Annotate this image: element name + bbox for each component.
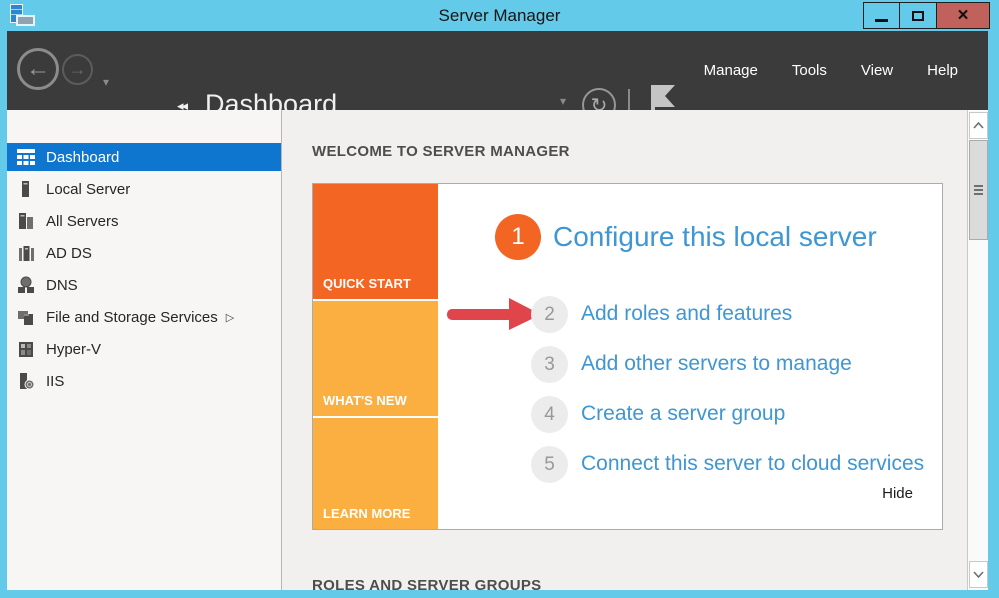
sidebar: Dashboard Local Server All Servers AD DS…	[7, 110, 281, 590]
scroll-thumb[interactable]	[969, 140, 988, 240]
server-manager-icon	[10, 4, 36, 28]
scroll-down-button[interactable]	[969, 561, 988, 588]
link-connect-cloud-services[interactable]: Connect this server to cloud services	[581, 452, 924, 476]
tab-quick-start[interactable]: QUICK START	[313, 184, 438, 299]
chevron-down-icon	[973, 571, 984, 578]
sidebar-item-ad-ds[interactable]: AD DS	[7, 239, 281, 267]
tab-whats-new[interactable]: WHAT'S NEW	[313, 301, 438, 416]
tile-label: LEARN MORE	[323, 506, 410, 521]
vertical-scrollbar[interactable]	[967, 110, 988, 590]
sidebar-item-label: All Servers	[46, 213, 119, 230]
minimize-icon	[875, 19, 888, 22]
hyper-v-icon	[16, 339, 36, 359]
sidebar-item-label: DNS	[46, 277, 78, 294]
menu-help[interactable]: Help	[927, 62, 958, 79]
menu-view[interactable]: View	[861, 62, 893, 79]
sidebar-item-local-server[interactable]: Local Server	[7, 175, 281, 203]
window-border-left	[0, 31, 7, 598]
step-4-badge: 4	[531, 396, 568, 433]
sidebar-item-label: File and Storage Services	[46, 309, 218, 326]
forward-arrow-icon: →	[69, 59, 87, 80]
iis-icon	[16, 371, 36, 391]
sidebar-item-dashboard[interactable]: Dashboard	[7, 143, 281, 171]
dashboard-grid-icon	[16, 147, 36, 167]
close-icon: ×	[957, 5, 968, 27]
sidebar-item-label: AD DS	[46, 245, 92, 262]
maximize-icon	[912, 11, 924, 21]
sidebar-item-file-storage-services[interactable]: File and Storage Services ▷	[7, 303, 281, 331]
close-button[interactable]: ×	[937, 2, 990, 29]
all-servers-icon	[16, 211, 36, 231]
sidebar-item-label: Dashboard	[46, 149, 119, 166]
tab-learn-more[interactable]: LEARN MORE	[313, 418, 438, 529]
back-button[interactable]: ←	[17, 48, 59, 90]
step-5-badge: 5	[531, 446, 568, 483]
menu-manage[interactable]: Manage	[704, 62, 758, 79]
tile-label: WHAT'S NEW	[323, 393, 407, 408]
step-1-badge: 1	[495, 214, 541, 260]
ad-ds-icon	[16, 243, 36, 263]
sidebar-item-all-servers[interactable]: All Servers	[7, 207, 281, 235]
hide-link[interactable]: Hide	[882, 485, 913, 502]
sidebar-item-label: Local Server	[46, 181, 130, 198]
sidebar-item-iis[interactable]: IIS	[7, 367, 281, 395]
dns-icon	[16, 275, 36, 295]
server-manager-window: Server Manager × ← → ▾ ◂◂ Dashboard ▾ ↻ …	[0, 0, 999, 598]
link-create-server-group[interactable]: Create a server group	[581, 402, 785, 426]
chevron-up-icon	[973, 122, 984, 129]
expand-arrow-icon[interactable]: ▷	[226, 311, 234, 324]
sidebar-item-dns[interactable]: DNS	[7, 271, 281, 299]
window-border-right	[988, 31, 999, 598]
link-configure-local-server[interactable]: Configure this local server	[553, 221, 877, 253]
sidebar-item-label: IIS	[46, 373, 64, 390]
sidebar-item-label: Hyper-V	[46, 341, 101, 358]
link-add-other-servers[interactable]: Add other servers to manage	[581, 352, 852, 376]
back-arrow-icon: ←	[26, 55, 50, 83]
step-2-badge: 2	[531, 296, 568, 333]
breadcrumb-dropdown-icon[interactable]: ▾	[560, 94, 566, 108]
tile-label: QUICK START	[323, 276, 411, 291]
menu-bar: Manage Tools View Help	[704, 31, 958, 110]
navigation-bar: ← → ▾ ◂◂ Dashboard ▾ ↻ Manage Tools View…	[7, 31, 988, 110]
local-server-icon	[16, 179, 36, 199]
history-dropdown-icon[interactable]: ▾	[103, 75, 109, 89]
welcome-tile-panel: QUICK START WHAT'S NEW LEARN MORE 1 Conf…	[312, 183, 943, 530]
forward-button[interactable]: →	[62, 54, 93, 85]
window-title: Server Manager	[0, 6, 999, 26]
maximize-button[interactable]	[900, 2, 937, 29]
menu-tools[interactable]: Tools	[792, 62, 827, 79]
minimize-button[interactable]	[863, 2, 900, 29]
file-storage-icon	[16, 307, 36, 327]
link-add-roles-features[interactable]: Add roles and features	[581, 302, 792, 326]
title-bar: Server Manager ×	[0, 0, 999, 31]
scroll-up-button[interactable]	[969, 112, 988, 139]
window-border-bottom	[0, 590, 999, 598]
sidebar-item-hyper-v[interactable]: Hyper-V	[7, 335, 281, 363]
main-content: WELCOME TO SERVER MANAGER QUICK START WH…	[282, 110, 967, 590]
annotation-arrow	[445, 296, 541, 332]
step-3-badge: 3	[531, 346, 568, 383]
welcome-heading: WELCOME TO SERVER MANAGER	[312, 143, 570, 160]
